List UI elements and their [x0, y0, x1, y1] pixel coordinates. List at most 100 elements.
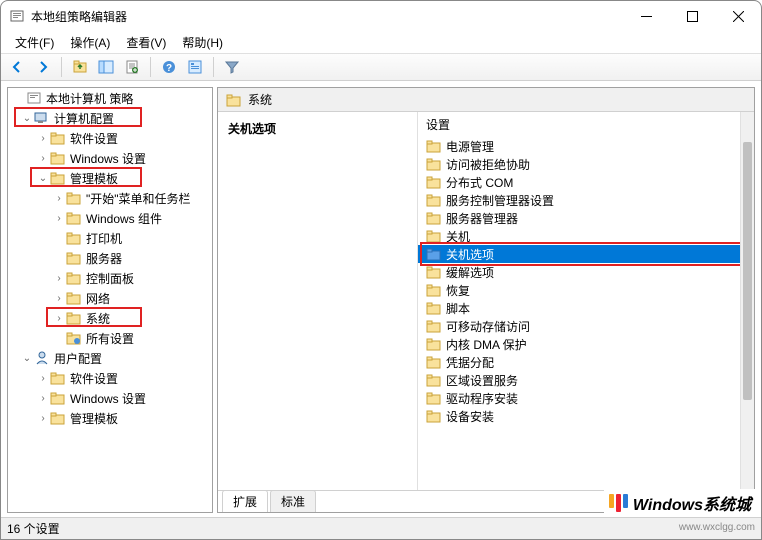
tree-system[interactable]: ›系统: [8, 308, 212, 328]
folder-icon: [426, 336, 442, 352]
app-icon: [9, 8, 25, 24]
separator: [150, 57, 151, 77]
tree-label: 管理模板: [70, 410, 118, 427]
show-hide-tree-button[interactable]: [94, 55, 118, 79]
tree-printer[interactable]: 打印机: [8, 228, 212, 248]
forward-button[interactable]: [31, 55, 55, 79]
list-item-label: 脚本: [446, 300, 470, 317]
tree-admin-templates[interactable]: ⌄管理模板: [8, 168, 212, 188]
back-button[interactable]: [5, 55, 29, 79]
list-item[interactable]: 服务控制管理器设置: [418, 191, 754, 209]
tree-label: 管理模板: [70, 170, 118, 187]
tree-network[interactable]: ›网络: [8, 288, 212, 308]
svg-text:?: ?: [166, 63, 172, 74]
status-bar: 16 个设置: [1, 517, 761, 539]
filter-button[interactable]: [220, 55, 244, 79]
list-item-label: 关机选项: [446, 246, 494, 263]
up-button[interactable]: [68, 55, 92, 79]
tree-label: 所有设置: [86, 330, 134, 347]
tree-all-settings[interactable]: 所有设置: [8, 328, 212, 348]
tree-start-menu[interactable]: ›"开始"菜单和任务栏: [8, 188, 212, 208]
tree-windows-settings-2[interactable]: ›Windows 设置: [8, 388, 212, 408]
left-column-heading: 关机选项: [228, 120, 407, 137]
minimize-button[interactable]: [623, 1, 669, 31]
tree-software-settings[interactable]: ›软件设置: [8, 128, 212, 148]
menu-action[interactable]: 操作(A): [62, 32, 118, 53]
folder-icon: [426, 372, 442, 388]
folder-icon: [426, 354, 442, 370]
list-item[interactable]: 设备安装: [418, 407, 754, 425]
folder-icon: [426, 282, 442, 298]
scrollbar[interactable]: [740, 112, 754, 490]
list-item[interactable]: 访问被拒绝协助: [418, 155, 754, 173]
folder-icon: [426, 264, 442, 280]
list-item-label: 内核 DMA 保护: [446, 336, 527, 353]
tree-label: 控制面板: [86, 270, 134, 287]
tree-label: 计算机配置: [54, 110, 114, 127]
list-item-label: 服务控制管理器设置: [446, 192, 554, 209]
list-item[interactable]: 服务器管理器: [418, 209, 754, 227]
right-column-heading: 设置: [418, 112, 754, 137]
list-item[interactable]: 可移动存储访问: [418, 317, 754, 335]
toolbar: ?: [1, 53, 761, 81]
tree-computer-config[interactable]: ⌄计算机配置: [8, 108, 212, 128]
list-item-label: 设备安装: [446, 408, 494, 425]
menu-file[interactable]: 文件(F): [7, 32, 62, 53]
tree-windows-settings[interactable]: ›Windows 设置: [8, 148, 212, 168]
tree-label: 软件设置: [70, 130, 118, 147]
tree-label: Windows 组件: [86, 210, 162, 227]
list-item[interactable]: 区域设置服务: [418, 371, 754, 389]
folder-icon: [426, 210, 442, 226]
tree-user-config[interactable]: ⌄用户配置: [8, 348, 212, 368]
tree-root[interactable]: 本地计算机 策略: [8, 88, 212, 108]
tree-label: 打印机: [86, 230, 122, 247]
window-title: 本地组策略编辑器: [31, 8, 127, 25]
list-item-label: 服务器管理器: [446, 210, 518, 227]
folder-icon: [426, 300, 442, 316]
tree-pane[interactable]: 本地计算机 策略 ⌄计算机配置 ›软件设置 ›Windows 设置 ⌄管理模板 …: [7, 87, 213, 513]
scrollbar-thumb[interactable]: [743, 142, 752, 400]
list-item-label: 凭据分配: [446, 354, 494, 371]
tree-label: "开始"菜单和任务栏: [86, 190, 191, 207]
folder-icon: [426, 138, 442, 154]
folder-icon: [426, 318, 442, 334]
tree-label: 系统: [86, 310, 110, 327]
folder-icon: [426, 228, 442, 244]
help-button[interactable]: ?: [157, 55, 181, 79]
menubar: 文件(F) 操作(A) 查看(V) 帮助(H): [1, 31, 761, 53]
folder-icon: [426, 192, 442, 208]
tree-control-panel[interactable]: ›控制面板: [8, 268, 212, 288]
tree-windows-components[interactable]: ›Windows 组件: [8, 208, 212, 228]
tree-admin-templates-2[interactable]: ›管理模板: [8, 408, 212, 428]
list-item[interactable]: 关机: [418, 227, 754, 245]
menu-help[interactable]: 帮助(H): [174, 32, 231, 53]
list-item[interactable]: 缓解选项: [418, 263, 754, 281]
list-item[interactable]: 关机选项: [418, 245, 754, 263]
properties-button[interactable]: [183, 55, 207, 79]
menu-view[interactable]: 查看(V): [118, 32, 174, 53]
tab-extended[interactable]: 扩展: [222, 490, 268, 512]
tree-label: Windows 设置: [70, 150, 146, 167]
tree-label: 软件设置: [70, 370, 118, 387]
folder-icon: [426, 390, 442, 406]
folder-icon: [426, 408, 442, 424]
list-item[interactable]: 凭据分配: [418, 353, 754, 371]
list-item[interactable]: 恢复: [418, 281, 754, 299]
details-pane: 系统 关机选项 设置 电源管理访问被拒绝协助分布式 COM服务控制管理器设置服务…: [217, 87, 755, 513]
location-bar: 系统: [218, 88, 754, 112]
maximize-button[interactable]: [669, 1, 715, 31]
list-item[interactable]: 脚本: [418, 299, 754, 317]
list-item[interactable]: 分布式 COM: [418, 173, 754, 191]
export-button[interactable]: [120, 55, 144, 79]
folder-icon: [226, 92, 242, 108]
tab-standard[interactable]: 标准: [270, 490, 316, 512]
tree-software-settings-2[interactable]: ›软件设置: [8, 368, 212, 388]
tree-server[interactable]: 服务器: [8, 248, 212, 268]
list-item[interactable]: 电源管理: [418, 137, 754, 155]
tree-label: 本地计算机 策略: [46, 90, 133, 107]
list-item[interactable]: 内核 DMA 保护: [418, 335, 754, 353]
close-button[interactable]: [715, 1, 761, 31]
list-item[interactable]: 驱动程序安装: [418, 389, 754, 407]
tree-label: 用户配置: [54, 350, 102, 367]
list-item-label: 电源管理: [446, 138, 494, 155]
